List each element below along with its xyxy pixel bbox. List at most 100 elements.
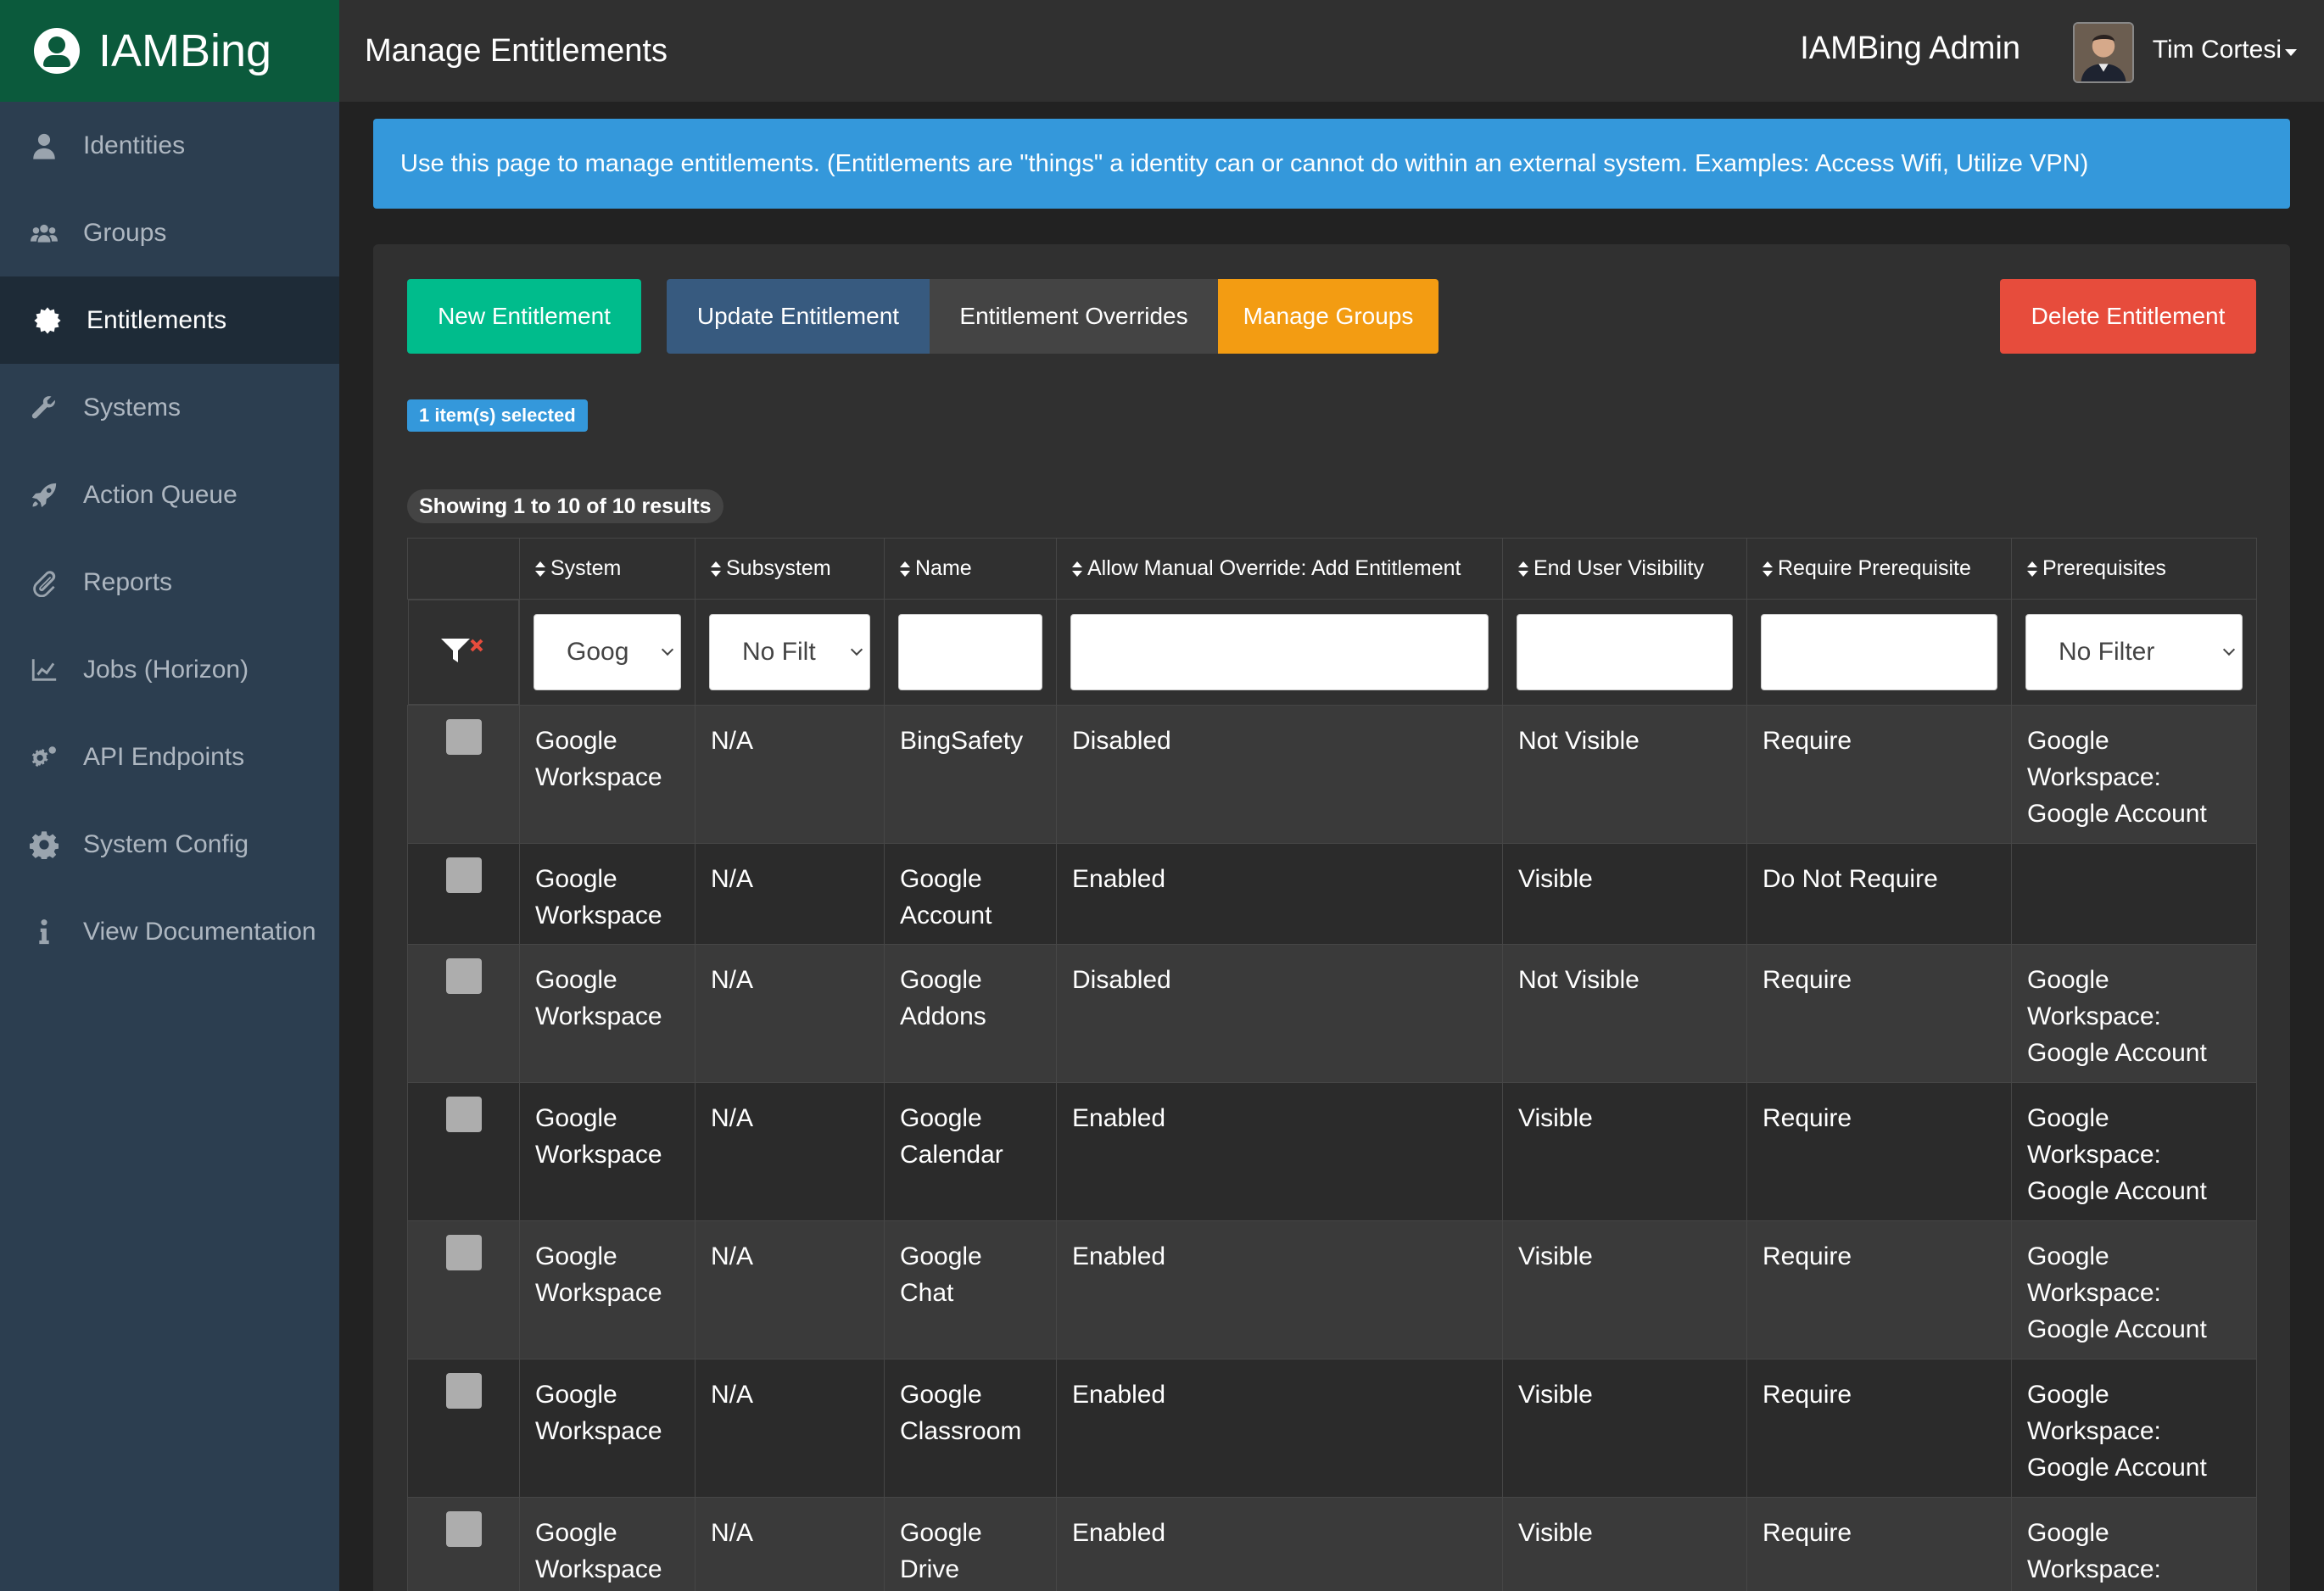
- row-checkbox[interactable]: [445, 1235, 482, 1270]
- table-row[interactable]: Google Workspace N/A Google Calendar Ena…: [407, 1082, 2257, 1221]
- cell-system: Google Workspace: [519, 944, 696, 1083]
- cell-require: Require: [1746, 944, 2012, 1083]
- cell-subsystem: N/A: [695, 705, 885, 844]
- require-filter-input[interactable]: [1761, 614, 1997, 690]
- paperclip-icon: [29, 567, 59, 598]
- select-cell: [407, 1220, 520, 1359]
- cell-require: Do Not Require: [1746, 843, 2012, 945]
- cell-visibility: Not Visible: [1502, 705, 1747, 844]
- sidebar-item-label: API Endpoints: [83, 742, 245, 771]
- select-cell: [407, 843, 520, 945]
- cell-name: Google Account: [884, 843, 1057, 945]
- row-checkbox[interactable]: [445, 1097, 482, 1132]
- table-row[interactable]: Google Workspace N/A Google Classroom En…: [407, 1359, 2257, 1498]
- subsystem-filter-select[interactable]: No Filt: [709, 614, 870, 690]
- sidebar-item-action-queue[interactable]: Action Queue: [0, 451, 339, 539]
- cell-visibility: Visible: [1502, 1082, 1747, 1221]
- sort-icon: [900, 561, 910, 577]
- cell-subsystem: N/A: [695, 1220, 885, 1359]
- sidebar-item-identities[interactable]: Identities: [0, 102, 339, 189]
- column-header-visibility[interactable]: End User Visibility: [1502, 538, 1747, 600]
- sort-icon: [2027, 561, 2037, 577]
- entitlement-overrides-button[interactable]: Entitlement Overrides: [930, 279, 1218, 354]
- sidebar-item-label: Action Queue: [83, 480, 237, 509]
- column-header-prerequisites[interactable]: Prerequisites: [2011, 538, 2257, 600]
- row-checkbox[interactable]: [445, 719, 482, 755]
- cell-name: Google Classroom: [884, 1359, 1057, 1498]
- caret-down-icon[interactable]: [2285, 49, 2297, 56]
- wrench-icon: [29, 393, 59, 423]
- chevron-down-icon: [2222, 643, 2236, 656]
- topbar: Manage Entitlements IAMBing Admin Tim Co…: [339, 0, 2324, 102]
- column-header-override[interactable]: Allow Manual Override: Add Entitlement: [1056, 538, 1503, 600]
- filter-cell-require: [1746, 599, 2012, 706]
- delete-entitlement-button[interactable]: Delete Entitlement: [2000, 279, 2256, 354]
- sort-icon: [1763, 561, 1773, 577]
- cell-prerequisites: Google Workspace: Google Account: [2011, 1359, 2257, 1498]
- row-checkbox[interactable]: [445, 958, 482, 994]
- clear-filters-cell: [407, 600, 519, 705]
- sidebar-item-jobs[interactable]: Jobs (Horizon): [0, 626, 339, 713]
- cell-override: Disabled: [1056, 705, 1503, 844]
- cell-require: Require: [1746, 1359, 2012, 1498]
- table-row[interactable]: Google Workspace N/A Google Account Enab…: [407, 843, 2257, 945]
- sidebar-item-entitlements[interactable]: Entitlements: [0, 276, 339, 364]
- column-header-require[interactable]: Require Prerequisite: [1746, 538, 2012, 600]
- sort-icon: [1518, 561, 1528, 577]
- cell-require: Require: [1746, 705, 2012, 844]
- new-entitlement-button[interactable]: New Entitlement: [407, 279, 641, 354]
- cell-system: Google Workspace: [519, 843, 696, 945]
- table-row[interactable]: Google Workspace N/A BingSafety Disabled…: [407, 705, 2257, 844]
- sidebar-item-api-endpoints[interactable]: API Endpoints: [0, 713, 339, 801]
- cell-name: BingSafety: [884, 705, 1057, 844]
- cell-subsystem: N/A: [695, 944, 885, 1083]
- table-row[interactable]: Google Workspace N/A Google Addons Disab…: [407, 944, 2257, 1083]
- avatar[interactable]: [2073, 22, 2134, 83]
- visibility-filter-input[interactable]: [1517, 614, 1733, 690]
- sidebar-item-system-config[interactable]: System Config: [0, 801, 339, 888]
- cell-name: Google Calendar: [884, 1082, 1057, 1221]
- selection-badge: 1 item(s) selected: [407, 399, 588, 432]
- cell-system: Google Workspace: [519, 1082, 696, 1221]
- column-header-name[interactable]: Name: [884, 538, 1057, 600]
- cell-name: Google Chat: [884, 1220, 1057, 1359]
- info-banner: Use this page to manage entitlements. (E…: [373, 119, 2290, 209]
- cell-require: Require: [1746, 1220, 2012, 1359]
- cell-subsystem: N/A: [695, 1082, 885, 1221]
- cell-system: Google Workspace: [519, 1359, 696, 1498]
- prerequisites-filter-select[interactable]: No Filter: [2025, 614, 2243, 690]
- table-row[interactable]: Google Workspace N/A Google Chat Enabled…: [407, 1220, 2257, 1359]
- manage-groups-button[interactable]: Manage Groups: [1218, 279, 1439, 354]
- clear-filter-icon[interactable]: [439, 635, 487, 670]
- row-checkbox[interactable]: [445, 857, 482, 893]
- filter-cell-visibility: [1502, 599, 1747, 706]
- table-row[interactable]: Google Workspace N/A Google Drive Enable…: [407, 1497, 2257, 1591]
- cell-visibility: Visible: [1502, 1359, 1747, 1498]
- sidebar-item-label: Entitlements: [87, 305, 227, 334]
- sidebar-item-systems[interactable]: Systems: [0, 364, 339, 451]
- brand[interactable]: IAMBing: [0, 0, 339, 102]
- row-checkbox[interactable]: [445, 1511, 482, 1547]
- gear-icon: [29, 829, 59, 860]
- cell-visibility: Visible: [1502, 1497, 1747, 1591]
- cogs-icon: [29, 742, 59, 773]
- cell-subsystem: N/A: [695, 1359, 885, 1498]
- column-header-system[interactable]: System: [519, 538, 696, 600]
- sidebar-item-view-documentation[interactable]: View Documentation: [0, 888, 339, 975]
- select-cell: [407, 944, 520, 1083]
- update-entitlement-button[interactable]: Update Entitlement: [667, 279, 930, 354]
- cell-subsystem: N/A: [695, 843, 885, 945]
- sidebar-item-reports[interactable]: Reports: [0, 539, 339, 626]
- cell-prerequisites: Google Workspace: Google Account: [2011, 705, 2257, 844]
- override-filter-input[interactable]: [1070, 614, 1489, 690]
- filter-cell-name: [884, 599, 1057, 706]
- cell-subsystem: N/A: [695, 1497, 885, 1591]
- cell-prerequisites: Google Workspace: Google Account: [2011, 1220, 2257, 1359]
- column-header-subsystem[interactable]: Subsystem: [695, 538, 885, 600]
- name-filter-input[interactable]: [898, 614, 1042, 690]
- row-checkbox[interactable]: [445, 1373, 482, 1409]
- sidebar-item-groups[interactable]: Groups: [0, 189, 339, 276]
- user-menu[interactable]: Tim Cortesi: [2153, 36, 2282, 64]
- sidebar-item-label: Systems: [83, 393, 182, 421]
- system-filter-select[interactable]: Goog: [534, 614, 681, 690]
